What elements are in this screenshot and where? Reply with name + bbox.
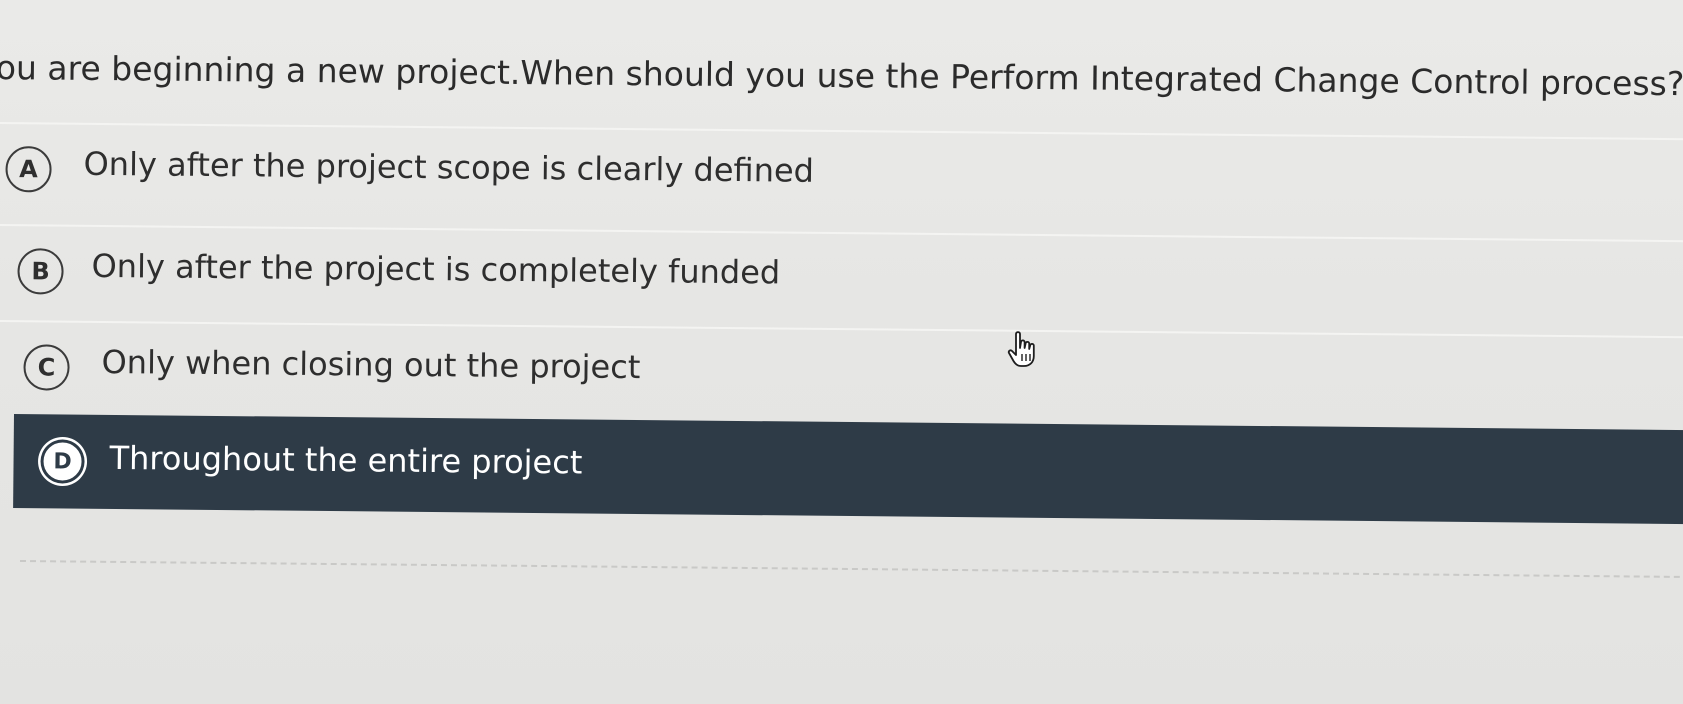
option-label: Throughout the entire project (109, 438, 583, 482)
option-label: Only when closing out the project (101, 342, 641, 387)
question-text: ou are beginning a new project.When shou… (0, 48, 1683, 104)
option-letter-badge: A (5, 146, 52, 193)
option-divider (0, 122, 1683, 141)
option-letter-badge: B (17, 248, 64, 295)
section-divider (19, 560, 1683, 579)
option-letter-badge: C (23, 344, 70, 391)
hand-pointer-icon (1007, 331, 1035, 367)
option-letter-badge: D (43, 442, 82, 481)
quiz-screen: ou are beginning a new project.When shou… (0, 0, 1683, 704)
option-label: Only after the project is completely fun… (91, 246, 781, 292)
option-a[interactable]: A Only after the project scope is clearl… (0, 122, 1683, 238)
option-d-selected[interactable]: D Throughout the entire project (13, 414, 1683, 525)
option-label: Only after the project scope is clearly … (83, 144, 815, 190)
